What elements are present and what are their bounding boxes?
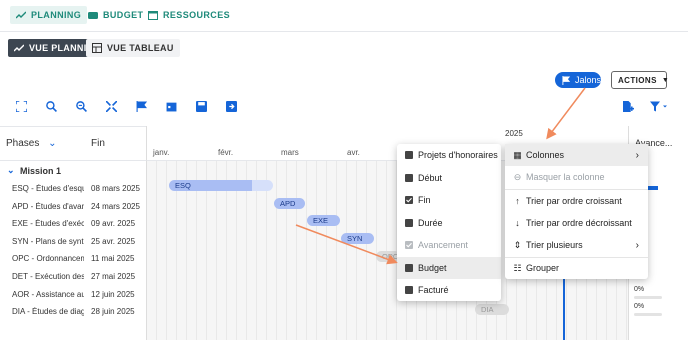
annotation-arrow	[546, 87, 586, 140]
annotation-arrow	[295, 224, 398, 265]
annotation-arrows	[295, 87, 586, 265]
